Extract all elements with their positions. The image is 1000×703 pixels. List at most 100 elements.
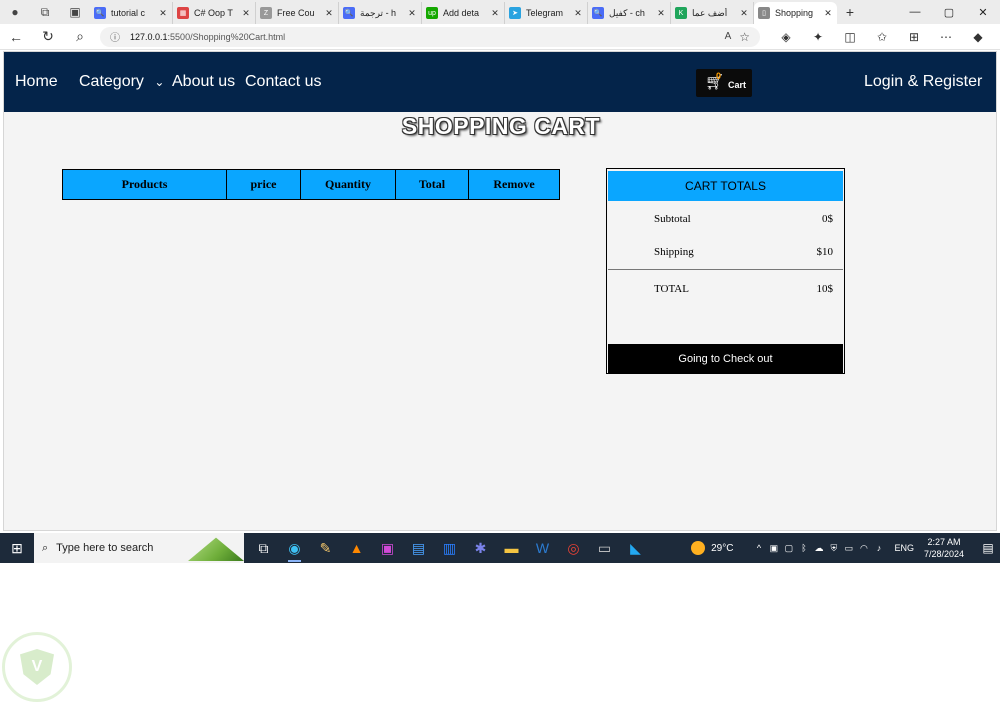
nav-category-dropdown[interactable]: Category ⌄ bbox=[79, 73, 164, 91]
windows-start-icon[interactable]: ⊞ bbox=[0, 533, 34, 563]
shield-icon: V bbox=[20, 649, 54, 685]
tab-actions-icon[interactable]: ▣ bbox=[60, 0, 90, 24]
tab-favicon-icon: up bbox=[426, 7, 438, 19]
edge-icon[interactable]: ◉ bbox=[279, 533, 310, 563]
browser-tab[interactable]: 🔍 tutorial c ✕ bbox=[90, 2, 173, 24]
profile-icon[interactable]: ● bbox=[0, 0, 30, 24]
navbar: Home Category ⌄ About us Contact us 🛒︎ 0… bbox=[4, 52, 996, 112]
minimize-button[interactable]: — bbox=[898, 6, 932, 19]
browser-tab[interactable]: ▦ C# Oop T ✕ bbox=[173, 2, 256, 24]
shipping-value: $10 bbox=[816, 246, 834, 258]
tab-title: C# Oop T bbox=[194, 8, 233, 18]
file-explorer-icon[interactable]: ▬ bbox=[496, 533, 527, 563]
total-value: 10$ bbox=[816, 283, 834, 295]
vlc-icon[interactable]: ▲ bbox=[341, 533, 372, 563]
onedrive-icon[interactable]: ☁ bbox=[811, 543, 826, 554]
checkout-button[interactable]: Going to Check out bbox=[608, 344, 843, 373]
cart-button[interactable]: 🛒︎ 0 Cart bbox=[696, 69, 752, 97]
close-tab-icon[interactable]: ✕ bbox=[324, 8, 334, 19]
split-screen-icon[interactable]: ◫ bbox=[834, 30, 866, 44]
close-tab-icon[interactable]: ✕ bbox=[158, 8, 168, 19]
nav-home-link[interactable]: Home bbox=[15, 73, 58, 91]
paint-icon[interactable]: ✎ bbox=[310, 533, 341, 563]
volume-icon[interactable]: ♪ bbox=[871, 543, 886, 554]
nav-about-link[interactable]: About us bbox=[172, 73, 235, 91]
collections-icon[interactable]: ⊞ bbox=[898, 30, 930, 44]
close-window-button[interactable]: ✕ bbox=[966, 6, 1000, 19]
tray-app-icon[interactable]: ▣ bbox=[766, 543, 781, 554]
more-icon[interactable]: ⋯ bbox=[930, 30, 962, 44]
totals-divider bbox=[608, 269, 843, 270]
browser-tab[interactable]: K أضف عما ✕ bbox=[671, 2, 754, 24]
clock-date: 7/28/2024 bbox=[923, 549, 964, 559]
workspaces-icon[interactable]: ⧉ bbox=[30, 0, 60, 24]
refresh-icon[interactable]: ↻ bbox=[32, 28, 64, 45]
weather-widget[interactable]: 29°C bbox=[691, 541, 733, 555]
battery-icon[interactable]: ▭ bbox=[841, 543, 856, 554]
clock[interactable]: 2:27 AM 7/28/2024 bbox=[924, 536, 964, 560]
teams-icon[interactable]: ✱ bbox=[465, 533, 496, 563]
new-tab-button[interactable]: + bbox=[837, 4, 863, 20]
extension-icon[interactable]: ◈ bbox=[770, 30, 802, 44]
nav-contact-link[interactable]: Contact us bbox=[245, 73, 321, 91]
weather-sun-icon bbox=[691, 541, 706, 555]
tab-title: Shopping bbox=[775, 8, 814, 18]
browser-tab[interactable]: ➤ Telegram ✕ bbox=[505, 2, 588, 24]
back-icon[interactable]: ← bbox=[0, 29, 32, 45]
extensions-puzzle-icon[interactable]: ✦ bbox=[802, 30, 834, 44]
tab-favicon-icon: 🔍 bbox=[343, 7, 355, 19]
url-host: 127.0.0.1 bbox=[130, 31, 168, 42]
close-tab-icon[interactable]: ✕ bbox=[407, 8, 417, 19]
web-page: Home Category ⌄ About us Contact us 🛒︎ 0… bbox=[3, 51, 997, 531]
read-aloud-icon[interactable]: A bbox=[725, 31, 732, 42]
app-icon[interactable]: ▣ bbox=[372, 533, 403, 563]
maximize-button[interactable]: ▢ bbox=[932, 6, 966, 19]
security-icon[interactable]: ⛨ bbox=[826, 543, 841, 554]
tab-favicon-icon: 🔍 bbox=[592, 7, 604, 19]
close-tab-icon[interactable]: ✕ bbox=[739, 8, 749, 19]
favorites-icon[interactable]: ✩ bbox=[866, 30, 898, 44]
tab-title: Free Cou bbox=[277, 8, 315, 18]
tab-favicon-icon: 🔍 bbox=[94, 7, 106, 19]
cart-totals-heading: CART TOTALS bbox=[608, 171, 843, 201]
col-price: price bbox=[227, 170, 301, 199]
browser-tab[interactable]: 🔍 كفيل - ch ✕ bbox=[588, 2, 671, 24]
page-title: SHOPPING CART bbox=[401, 113, 601, 139]
favorites-star-icon[interactable]: ☆ bbox=[739, 30, 750, 44]
browser-tab[interactable]: Z Free Cou ✕ bbox=[256, 2, 339, 24]
tab-title: كفيل - ch bbox=[609, 7, 645, 18]
browser-tab[interactable]: 🔍 ترجمة - h ✕ bbox=[339, 2, 422, 24]
close-tab-icon[interactable]: ✕ bbox=[241, 8, 251, 19]
url-field[interactable]: ⓘ 127.0.0.1:5500/Shopping%20Cart.html A … bbox=[100, 26, 760, 47]
language-indicator[interactable]: ENG bbox=[894, 543, 914, 553]
trello-icon[interactable]: ▥ bbox=[434, 533, 465, 563]
chevron-up-icon[interactable]: ^ bbox=[751, 543, 766, 554]
wifi-icon[interactable]: ◠ bbox=[856, 543, 871, 554]
tray-display-icon[interactable]: ▢ bbox=[781, 543, 796, 554]
news-icon[interactable]: ▤ bbox=[403, 533, 434, 563]
browser-tab[interactable]: up Add deta ✕ bbox=[422, 2, 505, 24]
site-info-icon[interactable]: ⓘ bbox=[110, 29, 120, 44]
close-tab-icon[interactable]: ✕ bbox=[823, 8, 833, 19]
close-tab-icon[interactable]: ✕ bbox=[656, 8, 666, 19]
word-icon[interactable]: W bbox=[527, 533, 558, 563]
cart-label: Cart bbox=[728, 80, 747, 90]
tab-active[interactable]: ▯ Shopping ✕ bbox=[754, 2, 837, 24]
terminal-icon[interactable]: ▭ bbox=[589, 533, 620, 563]
search-icon: ⌕ bbox=[42, 541, 49, 554]
login-register-link[interactable]: Login & Register bbox=[864, 73, 982, 91]
taskbar-search[interactable]: ⌕ Type here to search bbox=[34, 533, 244, 563]
cart-icon: 🛒︎ bbox=[705, 74, 725, 91]
task-view-icon[interactable]: ⧉ bbox=[248, 533, 279, 563]
notification-icon[interactable]: ▤ bbox=[976, 541, 1000, 555]
copilot-icon[interactable]: ◆ bbox=[962, 30, 994, 44]
taskbar-search-placeholder: Type here to search bbox=[56, 542, 154, 554]
vscode-icon[interactable]: ◣ bbox=[620, 533, 651, 563]
close-tab-icon[interactable]: ✕ bbox=[490, 8, 500, 19]
tab-favicon-icon: ➤ bbox=[509, 7, 521, 19]
search-icon[interactable]: ⌕ bbox=[64, 28, 96, 45]
cart-table-header: Products price Quantity Total Remove bbox=[62, 169, 560, 200]
close-tab-icon[interactable]: ✕ bbox=[573, 8, 583, 19]
bluetooth-icon[interactable]: ᛒ bbox=[796, 543, 811, 554]
chrome-icon[interactable]: ◎ bbox=[558, 533, 589, 563]
